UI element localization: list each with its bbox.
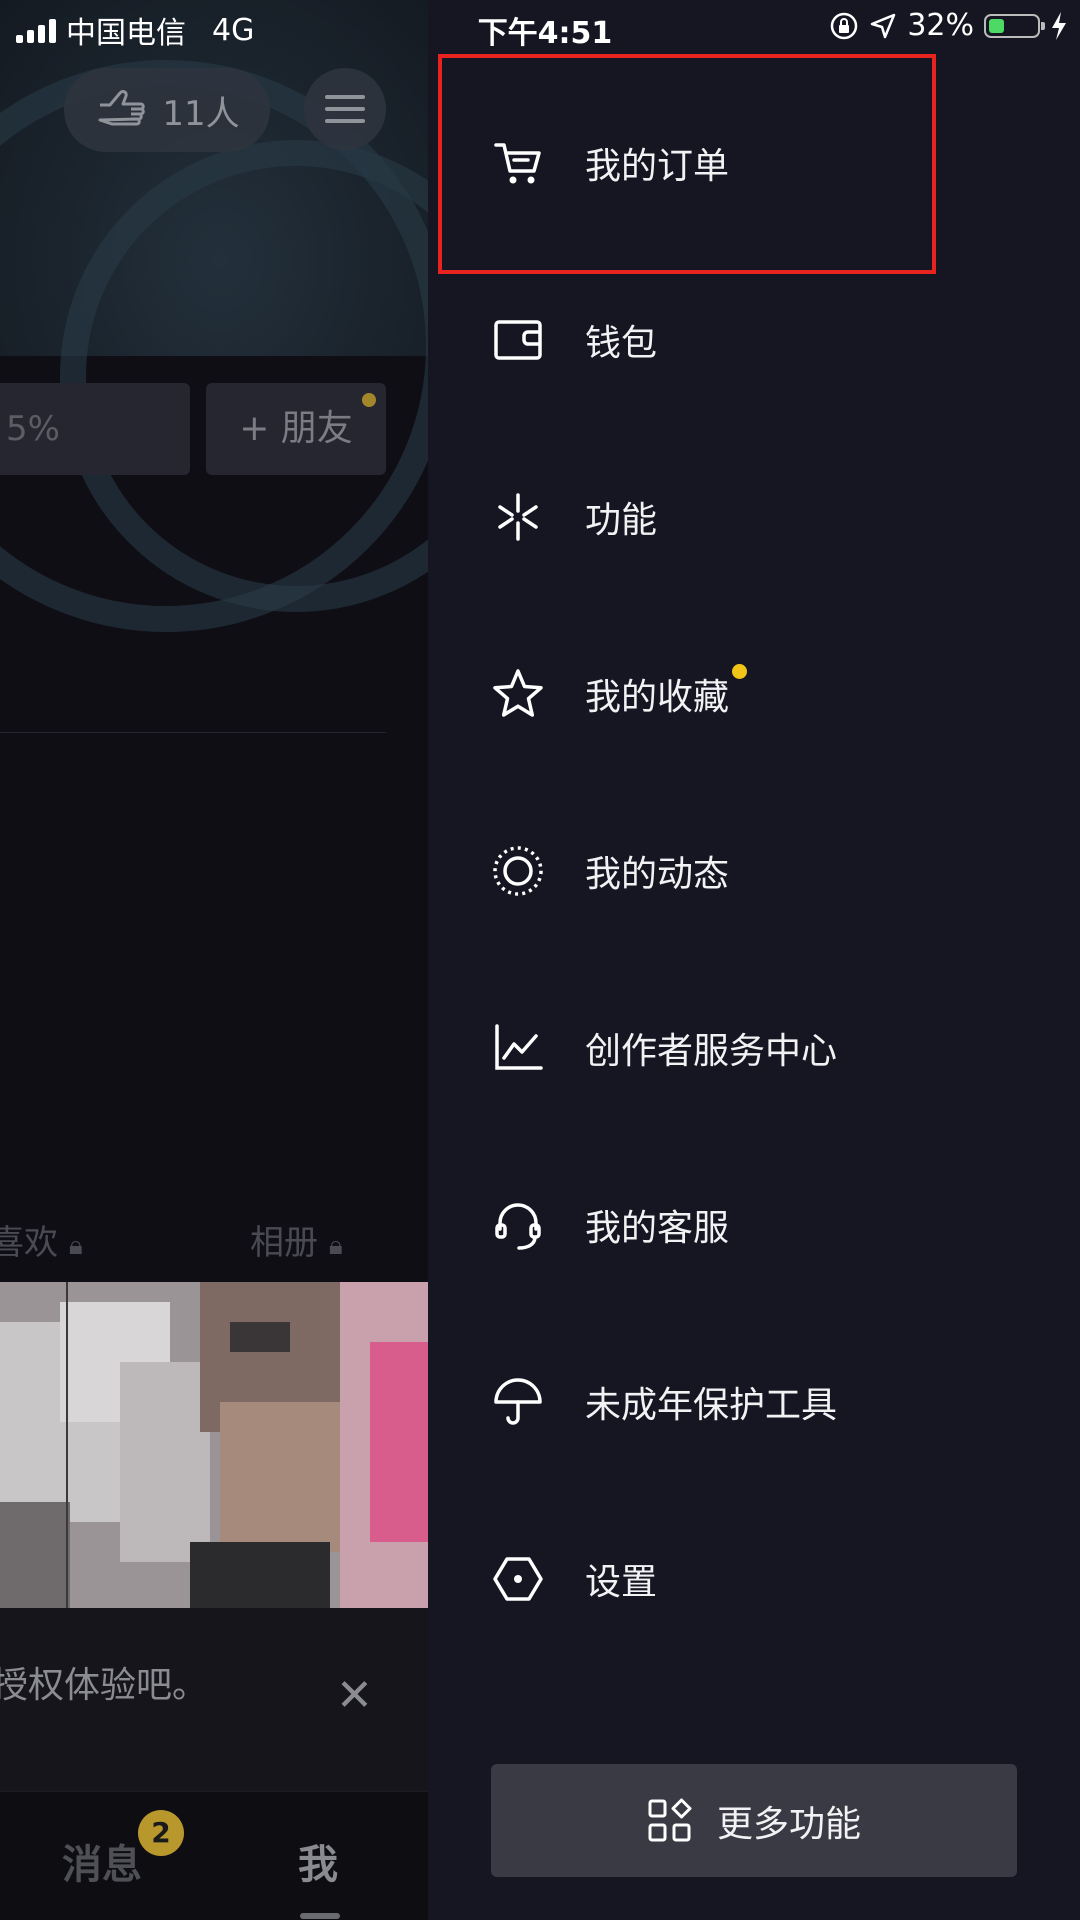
bottom-tab-bar: 消息 2 我 — [0, 1791, 428, 1920]
rotation-lock-icon — [831, 12, 858, 39]
tab-me[interactable]: 我 — [298, 1832, 338, 1890]
divider — [0, 732, 386, 733]
messages-badge: 2 — [138, 1810, 184, 1856]
hamburger-icon — [325, 95, 365, 123]
authorization-notice: 授权体验吧。 ✕ — [0, 1608, 428, 1791]
wallet-icon — [490, 312, 546, 368]
drawer-item-favorites[interactable]: 我的收藏 — [428, 619, 1080, 769]
more-features-button[interactable]: 更多功能 — [491, 1764, 1017, 1877]
settings-hexagon-icon — [490, 1551, 546, 1607]
lock-icon: 🔒︎ — [328, 1231, 343, 1261]
drawer-item-creator-center[interactable]: 创作者服务中心 — [428, 973, 1080, 1123]
notification-dot — [732, 664, 747, 679]
notice-text: 授权体验吧。 — [0, 1665, 209, 1706]
umbrella-icon — [490, 1374, 546, 1430]
drawer-item-label: 未成年保护工具 — [585, 1385, 838, 1426]
drawer-item-label: 我的客服 — [585, 1208, 730, 1249]
drawer-item-label: 钱包 — [585, 323, 658, 364]
profile-completion-text: 5% — [6, 409, 60, 449]
drawer-item-minor-protection[interactable]: 未成年保护工具 — [428, 1327, 1080, 1477]
profile-completion-box[interactable]: 5% — [0, 383, 190, 475]
sparkle-icon — [490, 489, 546, 545]
drawer-item-label: 设置 — [585, 1562, 658, 1603]
more-features-label: 更多功能 — [716, 1803, 861, 1845]
battery-percent: 32% — [907, 8, 974, 43]
tab-messages[interactable]: 消息 — [62, 1832, 142, 1890]
location-arrow-icon — [871, 13, 896, 38]
status-bar: 中国电信 4G 下午4:51 32% — [0, 0, 1080, 54]
chart-icon — [490, 1020, 546, 1076]
headset-icon — [490, 1197, 546, 1253]
visitors-button[interactable]: 11人 — [64, 68, 270, 152]
tab-album[interactable]: 相册 🔒︎ — [250, 1215, 343, 1264]
add-friend-label: + 朋友 — [239, 408, 353, 449]
tab-likes-label: 喜欢 — [0, 1223, 58, 1263]
tab-album-label: 相册 — [250, 1223, 318, 1263]
drawer-item-label: 我的动态 — [585, 854, 730, 895]
drawer-item-label: 功能 — [585, 500, 658, 541]
star-icon — [490, 666, 546, 722]
visitors-count: 11人 — [162, 93, 240, 134]
moments-circle-icon — [490, 843, 546, 899]
pixelated-video-thumbnail[interactable] — [0, 1282, 428, 1608]
add-friend-button[interactable]: + 朋友 — [206, 383, 386, 475]
drawer-item-wallet[interactable]: 钱包 — [428, 265, 1080, 415]
tab-likes[interactable]: 喜欢 🔒︎ — [0, 1215, 83, 1264]
hamburger-menu-button[interactable] — [304, 68, 386, 150]
drawer-item-label: 创作者服务中心 — [585, 1031, 838, 1072]
active-tab-indicator — [300, 1913, 340, 1919]
battery-icon — [984, 13, 1045, 38]
drawer-item-features[interactable]: 功能 — [428, 442, 1080, 592]
drawer-item-label: 我的收藏 — [585, 677, 730, 718]
charging-bolt-icon — [1052, 11, 1066, 40]
pointing-hand-icon — [98, 90, 146, 126]
profile-page-dimmed: 11人 5% + 朋友 喜欢 🔒︎ 相册 🔒︎ 授权体验吧。 ✕ 消息 2 我 — [0, 0, 428, 1920]
grid-apps-icon — [648, 1798, 692, 1841]
close-icon[interactable]: ✕ — [336, 1670, 373, 1721]
drawer-item-customer-service[interactable]: 我的客服 — [428, 1150, 1080, 1300]
drawer-item-settings[interactable]: 设置 — [428, 1504, 1080, 1654]
drawer-item-moments[interactable]: 我的动态 — [428, 796, 1080, 946]
highlight-box — [438, 54, 936, 274]
lock-icon: 🔒︎ — [68, 1231, 83, 1261]
add-friend-dot — [362, 393, 376, 407]
side-drawer-menu: 我的订单 钱包 功能 我的收藏 我的动态 创作者服务中心 我的客服 未成年保护工… — [428, 0, 1080, 1920]
